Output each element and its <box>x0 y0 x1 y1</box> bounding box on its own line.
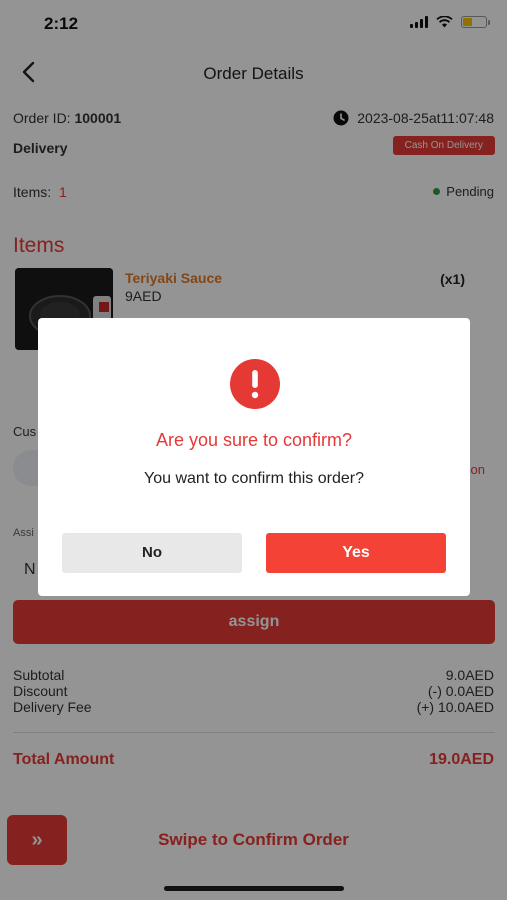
home-indicator[interactable] <box>164 886 344 891</box>
dialog-title: Are you sure to confirm? <box>155 430 353 450</box>
confirm-dialog: Are you sure to confirm? You want to con… <box>38 318 470 596</box>
alert-icon <box>230 359 280 409</box>
dialog-message: You want to confirm this order? <box>144 470 364 487</box>
yes-button[interactable]: Yes <box>266 533 446 573</box>
no-button[interactable]: No <box>62 533 242 573</box>
